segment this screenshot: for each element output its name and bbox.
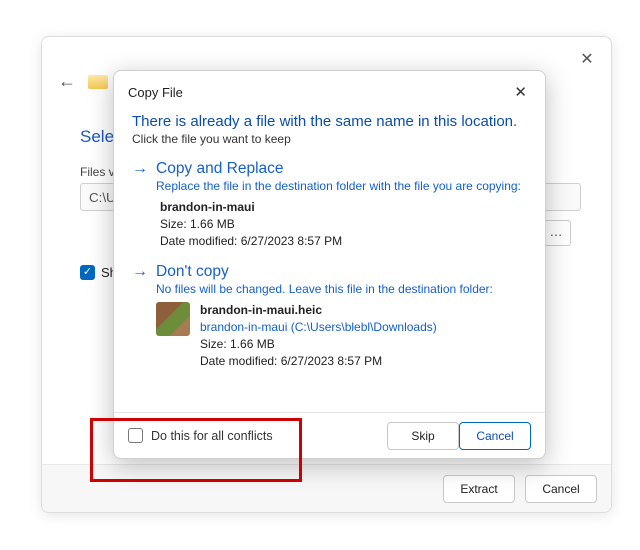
option-title: Copy and Replace bbox=[156, 160, 521, 177]
skip-button[interactable]: Skip bbox=[387, 422, 459, 450]
source-file-size: Size: 1.66 MB bbox=[160, 216, 342, 233]
dialog-title: Copy File bbox=[128, 85, 183, 100]
option-title: Don't copy bbox=[156, 263, 493, 280]
destination-file-date: Date modified: 6/27/2023 8:57 PM bbox=[200, 353, 437, 370]
option-description: No files will be changed. Leave this fil… bbox=[156, 282, 493, 296]
arrow-right-icon: → bbox=[132, 263, 148, 369]
conflict-subheading: Click the file you want to keep bbox=[132, 132, 527, 146]
destination-file-thumbnail bbox=[156, 302, 190, 336]
copy-file-dialog: Copy File ✕ There is already a file with… bbox=[113, 70, 546, 459]
close-icon[interactable]: ✕ bbox=[577, 49, 597, 69]
do-this-for-all-checkbox[interactable] bbox=[128, 428, 143, 443]
arrow-right-icon: → bbox=[132, 160, 148, 249]
show-extracted-checkbox[interactable] bbox=[80, 265, 95, 280]
option-copy-and-replace[interactable]: → Copy and Replace Replace the file in t… bbox=[132, 160, 527, 249]
back-arrow-icon[interactable]: ← bbox=[58, 71, 76, 92]
conflict-heading: There is already a file with the same na… bbox=[132, 113, 527, 130]
option-dont-copy[interactable]: → Don't copy No files will be changed. L… bbox=[132, 263, 527, 369]
extract-footer: Extract Cancel bbox=[42, 464, 611, 512]
source-file-date: Date modified: 6/27/2023 8:57 PM bbox=[160, 233, 342, 250]
cancel-button[interactable]: Cancel bbox=[459, 422, 531, 450]
destination-file-name: brandon-in-maui.heic bbox=[200, 302, 437, 319]
extract-cancel-button[interactable]: Cancel bbox=[525, 475, 597, 503]
do-this-for-all-label: Do this for all conflicts bbox=[151, 429, 273, 443]
extract-button[interactable]: Extract bbox=[443, 475, 515, 503]
destination-file-path: brandon-in-maui (C:\Users\blebl\Download… bbox=[200, 319, 437, 336]
folder-icon bbox=[88, 75, 108, 89]
source-file-name: brandon-in-maui bbox=[160, 199, 342, 216]
option-description: Replace the file in the destination fold… bbox=[156, 179, 521, 193]
destination-file-size: Size: 1.66 MB bbox=[200, 336, 437, 353]
close-icon[interactable]: ✕ bbox=[510, 83, 531, 101]
